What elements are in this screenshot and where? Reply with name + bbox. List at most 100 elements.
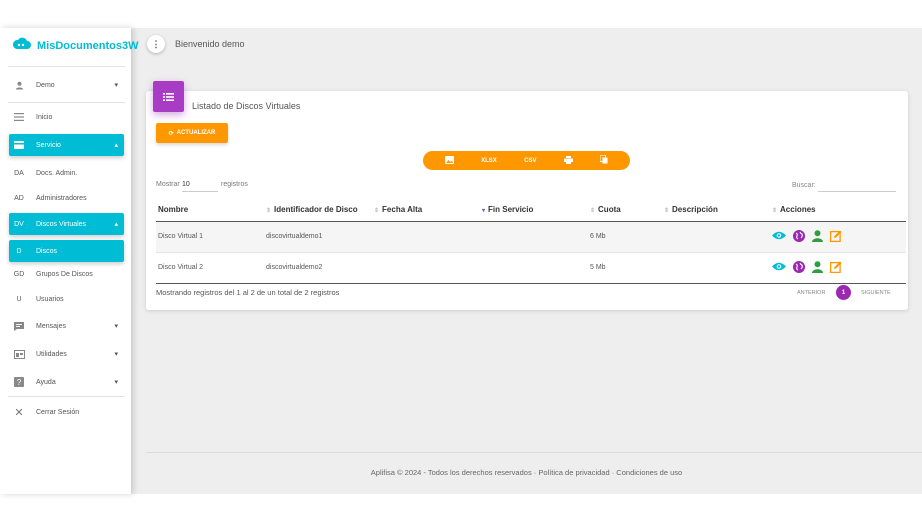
view-icon[interactable]: [772, 262, 786, 273]
sidebar-item-usuarios[interactable]: U Usuarios: [9, 288, 124, 310]
person-icon: [9, 81, 29, 90]
chat-icon: [9, 321, 29, 331]
caret-up-icon: ▴: [114, 142, 118, 149]
svg-text:?: ?: [17, 378, 22, 387]
col-descripcion[interactable]: ⇕ Descripción: [662, 199, 770, 222]
sidebar-item-abbr: GD: [13, 270, 25, 278]
divider: [8, 66, 125, 67]
sidebar-item-discos[interactable]: D Discos: [9, 240, 124, 262]
disks-table: Nombre ⇕ Identificador de Disco ⇕ Fecha Al…: [156, 199, 906, 284]
cloud-icon: [12, 37, 32, 55]
table-header-row: Nombre ⇕ Identificador de Disco ⇕ Fecha Al…: [156, 199, 906, 222]
print-button[interactable]: [563, 155, 573, 166]
disks-card: Listado de Discos Virtuales ⟳ ACTUALIZAR…: [146, 91, 908, 310]
sort-icon: ⇕: [374, 208, 380, 215]
cell-descripcion: [662, 252, 770, 284]
globe-icon[interactable]: [793, 229, 805, 244]
cell-nombre: Disco Virtual 1: [156, 221, 264, 253]
cell-nombre: Disco Virtual 2: [156, 252, 264, 284]
sidebar-item-grupos-de-discos[interactable]: GD Grupos De Discos: [9, 263, 124, 285]
view-icon[interactable]: [772, 231, 786, 242]
column-label: Identificador de Disco: [274, 205, 358, 215]
caret-up-icon: ▴: [114, 221, 118, 228]
page-size-input[interactable]: [182, 178, 218, 192]
sort-icon: ⇕: [266, 208, 272, 215]
card-title: Listado de Discos Virtuales: [192, 101, 301, 111]
user-icon[interactable]: [812, 229, 823, 244]
sidebar-item-abbr: D: [16, 247, 22, 255]
app-frame: MisDocumentos3W Demo ▾ Inicio Servicio ▴…: [0, 28, 922, 494]
footer-divider: [146, 452, 922, 453]
sort-icon: ⇕: [664, 208, 670, 215]
divider: [8, 396, 125, 397]
refresh-icon: ⟳: [168, 130, 174, 137]
sidebar-item-docs-admin[interactable]: DA Docs. Admin.: [9, 162, 124, 184]
caret-down-icon: ▾: [114, 323, 118, 330]
sidebar-item-ayuda[interactable]: ? Ayuda ▾: [9, 371, 124, 393]
copy-button[interactable]: [599, 154, 608, 166]
sidebar-item-label: Administradores: [36, 194, 87, 202]
edit-icon[interactable]: [829, 230, 842, 244]
col-fin-servicio[interactable]: ▾ Fin Servicio: [480, 199, 588, 222]
col-identificador[interactable]: ⇕ Identificador de Disco: [264, 199, 372, 222]
brand-name: MisDocumentos3W: [37, 40, 139, 52]
sidebar-item-administradores[interactable]: AD Administradores: [9, 187, 124, 209]
sidebar-item-label: Ayuda: [36, 378, 56, 386]
col-fecha-alta[interactable]: ⇕ Fecha Alta: [372, 199, 480, 222]
sidebar-item-cerrar-sesion[interactable]: ✕ Cerrar Sesión: [9, 401, 124, 423]
sidebar-item-label: Utilidades: [36, 350, 67, 358]
sidebar-item-discos-virtuales[interactable]: DV Discos Virtuales ▴: [9, 213, 124, 235]
cell-id: discovirtualdemo1: [264, 221, 372, 253]
sidebar-item-label: Discos: [36, 247, 58, 255]
sidebar-item-abbr: U: [16, 295, 22, 303]
sidebar-item-abbr: AD: [14, 194, 24, 202]
user-icon[interactable]: [812, 260, 823, 275]
export-xlsx-button[interactable]: XLSX: [481, 158, 497, 164]
export-image-button[interactable]: [444, 155, 454, 166]
export-toolbar: XLSX CSV: [423, 151, 630, 170]
sidebar-item-mensajes[interactable]: Mensajes ▾: [9, 315, 124, 337]
export-csv-button[interactable]: CSV: [524, 158, 536, 164]
column-label: Acciones: [780, 205, 816, 215]
sidebar-item-label: Docs. Admin.: [36, 169, 78, 177]
col-acciones[interactable]: ⇕ Acciones: [770, 199, 906, 222]
sidebar-item-label: Grupos De Discos: [36, 270, 93, 278]
caret-down-icon: ▾: [114, 82, 118, 89]
pagination-page-1[interactable]: 1: [836, 285, 851, 300]
more-vert-icon[interactable]: ⋮: [147, 35, 165, 53]
footer-text: Aplifisa © 2024 - Todos los derechos res…: [370, 468, 683, 477]
sidebar-item-label: Cerrar Sesión: [36, 408, 80, 416]
sidebar-item-label: Mensajes: [36, 322, 66, 330]
window-icon: [9, 349, 29, 359]
globe-icon[interactable]: [793, 260, 805, 275]
cell-fin-servicio: [480, 221, 588, 253]
sort-desc-icon: ▾: [482, 208, 486, 215]
col-cuota[interactable]: ⇕ Cuota: [588, 199, 662, 222]
pagination-prev[interactable]: ANTERIOR: [797, 290, 825, 296]
search-input[interactable]: [818, 178, 896, 192]
refresh-button[interactable]: ⟳ ACTUALIZAR: [156, 123, 228, 143]
cell-id: discovirtualdemo2: [264, 252, 372, 284]
table-row: Disco Virtual 1 discovirtualdemo1 6 Mb: [156, 221, 906, 253]
sort-icon: ⇕: [590, 208, 596, 215]
cell-fecha-alta: [372, 252, 480, 284]
show-suffix-label: registros: [221, 181, 248, 188]
pagination-next[interactable]: SIGUIENTE: [861, 290, 891, 296]
show-label: Mostrar: [156, 181, 180, 188]
cell-fin-servicio: [480, 252, 588, 284]
sidebar-item-label: Servicio: [36, 141, 61, 149]
edit-icon[interactable]: [829, 261, 842, 275]
sidebar-item-utilidades[interactable]: Utilidades ▾: [9, 343, 124, 365]
sidebar-item-user[interactable]: Demo ▾: [9, 74, 124, 96]
sidebar: MisDocumentos3W Demo ▾ Inicio Servicio ▴…: [0, 28, 138, 494]
col-nombre[interactable]: Nombre: [156, 199, 264, 222]
search-label: Buscar:: [792, 182, 816, 189]
column-label: Nombre: [158, 205, 189, 215]
sidebar-item-inicio[interactable]: Inicio: [9, 106, 124, 128]
sidebar-item-servicio[interactable]: Servicio ▴: [9, 134, 124, 156]
help-icon: ?: [9, 377, 29, 387]
brand[interactable]: MisDocumentos3W: [12, 37, 138, 55]
list-icon: [153, 81, 184, 112]
cell-cuota: 5 Mb: [588, 252, 662, 284]
column-label: Cuota: [598, 205, 621, 215]
